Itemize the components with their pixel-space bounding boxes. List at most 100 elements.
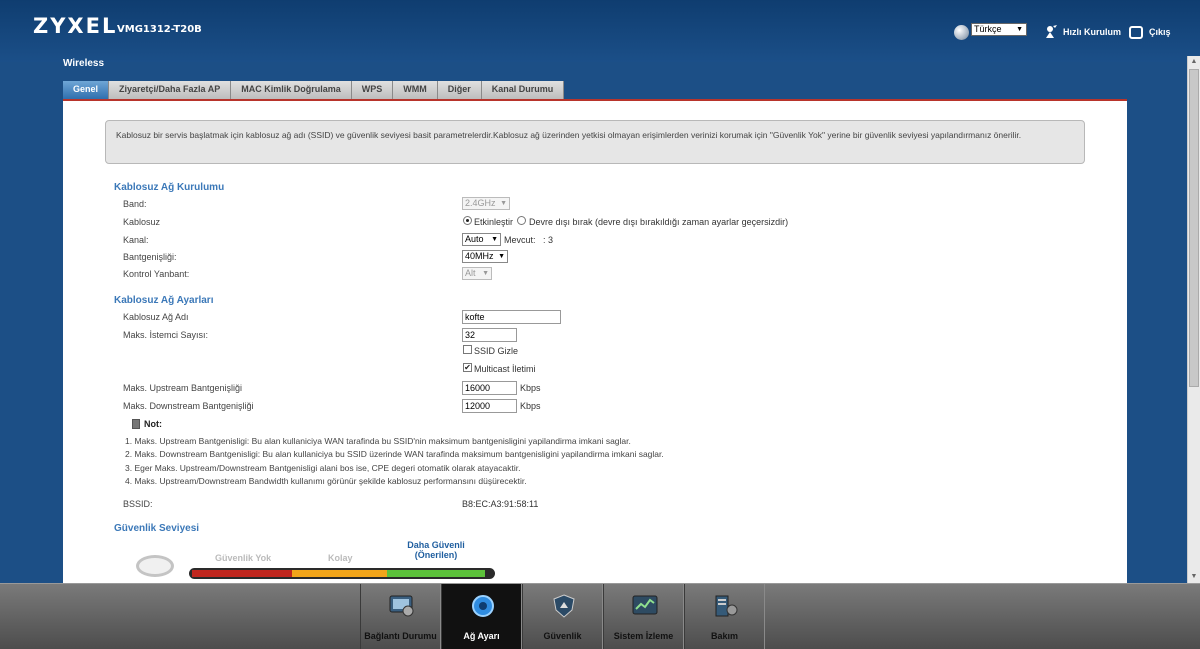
upstream-input[interactable]: 16000 [462, 381, 517, 395]
enable-radio[interactable] [463, 216, 472, 225]
connection-status-icon [389, 595, 414, 617]
tab-channel-status[interactable]: Kanal Durumu [481, 81, 565, 99]
current-channel-label: Mevcut: [504, 235, 536, 245]
tab-general[interactable]: Genel [63, 81, 110, 99]
note-list: 1. Maks. Upstream Bantgenisligi: Bu alan… [125, 435, 664, 488]
channel-select[interactable]: Auto ▼ [462, 233, 501, 246]
band-value: 2.4GHz [465, 198, 496, 208]
hide-ssid-checkbox[interactable] [463, 345, 472, 354]
language-value: Türkçe [974, 24, 1002, 34]
security-level-more-secure-label: Daha Güvenli [407, 540, 465, 550]
logout-link[interactable]: Çıkış [1149, 27, 1171, 37]
dock-network-setting[interactable]: Ağ Ayarı [441, 584, 522, 649]
dock-security[interactable]: Güvenlik [522, 584, 603, 649]
security-level-none[interactable]: Güvenlik Yok [215, 553, 271, 563]
upstream-label: Maks. Upstream Bantgenişliği [123, 383, 243, 393]
disable-label: Devre dışı bırak (devre dışı bırakıldığı… [529, 217, 789, 227]
sideband-value: Alt [465, 268, 476, 278]
dock-items: Bağlantı Durumu Ağ Ayarı Güvenlik Sistem… [360, 584, 765, 649]
info-notice: Kablosuz bir servis başlatmak için kablo… [105, 120, 1085, 164]
content-panel: Kablosuz bir servis başlatmak için kablo… [63, 101, 1127, 583]
ssid-input[interactable]: kofte [462, 310, 561, 324]
chevron-down-icon: ▼ [498, 253, 505, 260]
channel-label: Kanal: [123, 235, 149, 245]
vertical-scrollbar[interactable]: ▲ ▼ [1187, 56, 1200, 583]
downstream-input[interactable]: 12000 [462, 399, 517, 413]
quick-setup-icon[interactable] [1043, 24, 1058, 39]
security-meter[interactable] [189, 568, 495, 579]
chevron-down-icon: ▼ [1016, 26, 1023, 33]
language-select[interactable]: Türkçe ▼ [971, 23, 1027, 36]
tab-other[interactable]: Diğer [437, 81, 482, 99]
wireless-label: Kablosuz [123, 217, 161, 227]
enable-label: Etkinleştir [474, 217, 514, 227]
logout-icon[interactable] [1129, 26, 1143, 39]
tab-guest-more-ap[interactable]: Ziyaretçi/Daha Fazla AP [109, 81, 232, 99]
note-item: 3. Eger Maks. Upstream/Downstream Bantge… [125, 462, 521, 473]
scroll-thumb[interactable] [1189, 69, 1199, 387]
note-icon [132, 419, 140, 429]
dock-connection-status[interactable]: Bağlantı Durumu [360, 584, 441, 649]
sideband-select: Alt ▼ [462, 267, 492, 280]
meter-orange-segment [292, 570, 387, 577]
upstream-unit: Kbps [520, 383, 541, 393]
section-wireless-settings: Kablosuz Ağ Ayarları [114, 295, 214, 306]
quick-setup-link[interactable]: Hızlı Kurulum [1063, 27, 1121, 37]
disable-radio[interactable] [517, 216, 526, 225]
dock-label: Bakım [710, 631, 738, 641]
tab-wmm[interactable]: WMM [393, 81, 438, 99]
multicast-label: Multicast İletimi [474, 364, 536, 374]
meter-red-segment [192, 570, 292, 577]
dock-label: Güvenlik [543, 631, 582, 641]
band-select: 2.4GHz ▼ [462, 197, 510, 210]
maintenance-icon [715, 595, 738, 617]
chevron-down-icon: ▼ [482, 270, 489, 277]
security-shield-icon [553, 594, 575, 618]
chevron-down-icon: ▼ [491, 236, 498, 243]
system-monitor-icon [632, 595, 658, 615]
section-security-level: Güvenlik Seviyesi [114, 523, 200, 534]
security-level-easy[interactable]: Kolay [328, 553, 353, 563]
bottom-dock: Bağlantı Durumu Ağ Ayarı Güvenlik Sistem… [0, 583, 1200, 649]
dock-label: Sistem İzleme [613, 631, 674, 641]
downstream-label: Maks. Downstream Bantgenişliği [123, 401, 254, 411]
scroll-down-icon[interactable]: ▼ [1188, 571, 1200, 583]
section-wireless-setup: Kablosuz Ağ Kurulumu [114, 182, 225, 193]
band-label: Band: [123, 199, 147, 209]
ssid-label: Kablosuz Ağ Adı [123, 312, 189, 322]
security-level-recommended-label: (Önerilen) [414, 550, 458, 560]
top-header: ZYXEL VMG1312-T20B Türkçe ▼ Hızlı Kurulu… [0, 0, 1200, 62]
current-channel-value: : 3 [543, 235, 554, 245]
zyxel-logo: ZYXEL [33, 14, 118, 38]
channel-value: Auto [465, 234, 484, 244]
chevron-down-icon: ▼ [500, 200, 507, 207]
max-clients-label: Maks. İstemci Sayısı: [123, 330, 209, 340]
dock-maintenance[interactable]: Bakım [684, 584, 765, 649]
note-item: 1. Maks. Upstream Bantgenisligi: Bu alan… [125, 436, 631, 446]
tab-mac-authentication[interactable]: MAC Kimlik Doğrulama [231, 81, 352, 99]
network-setting-icon [472, 595, 494, 617]
bandwidth-select[interactable]: 40MHz ▼ [462, 250, 508, 263]
tab-bar: Genel Ziyaretçi/Daha Fazla AP MAC Kimlik… [63, 81, 565, 99]
note-title: Not: [144, 419, 162, 429]
note-item: 4. Maks. Upstream/Downstream Bandwidth k… [125, 475, 527, 486]
sideband-label: Kontrol Yanbant: [123, 269, 190, 279]
bssid-label: BSSID: [123, 499, 153, 509]
dock-system-monitor[interactable]: Sistem İzleme [603, 584, 684, 649]
scroll-up-icon[interactable]: ▲ [1188, 56, 1200, 68]
page-title: Wireless [63, 58, 105, 69]
meter-green-segment [387, 570, 485, 577]
globe-icon [954, 25, 969, 40]
bandwidth-label: Bantgenişliği: [123, 252, 177, 262]
bssid-value: B8:EC:A3:91:58:11 [462, 499, 539, 509]
wifi-icon [136, 555, 174, 577]
downstream-unit: Kbps [520, 401, 541, 411]
model-name: VMG1312-T20B [117, 24, 202, 35]
multicast-checkbox[interactable]: ✔ [463, 363, 472, 372]
tab-wps[interactable]: WPS [351, 81, 394, 99]
bandwidth-value: 40MHz [465, 251, 494, 261]
dock-label: Ağ Ayarı [463, 631, 500, 641]
hide-ssid-label: SSID Gizle [474, 346, 519, 356]
max-clients-input[interactable]: 32 [462, 328, 517, 342]
security-level-more-secure[interactable]: Daha Güvenli (Önerilen) [393, 540, 479, 560]
